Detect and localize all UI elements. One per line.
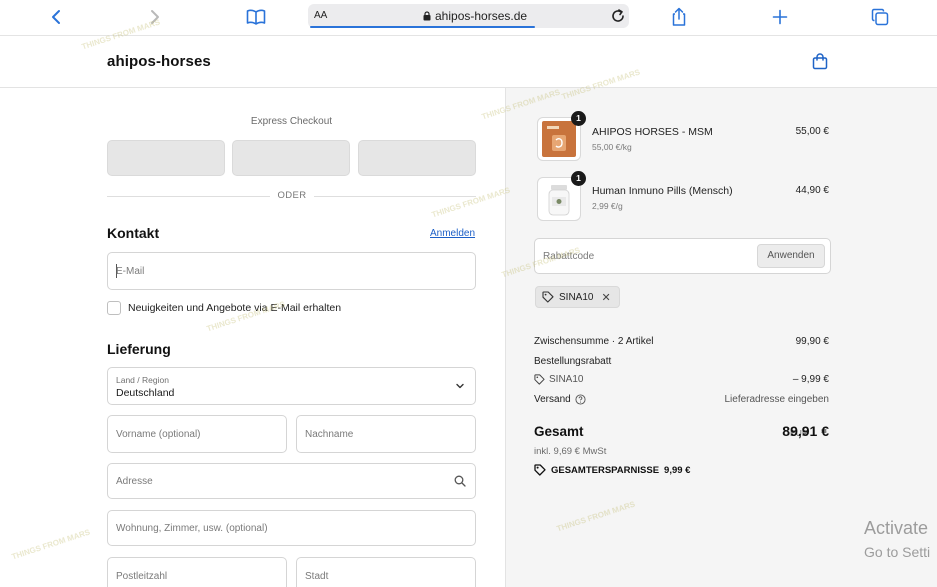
address-bar[interactable]: AA ahipos-horses.de: [308, 4, 629, 28]
city-placeholder: Stadt: [305, 571, 329, 582]
browser-toolbar: AA ahipos-horses.de: [0, 0, 937, 36]
lock-icon: [423, 11, 431, 24]
savings-value: 9,99 €: [664, 464, 691, 476]
last-name-field[interactable]: Nachname: [296, 415, 476, 453]
address-field[interactable]: Adresse: [107, 463, 476, 499]
discount-placeholder: Rabattcode: [543, 251, 595, 262]
shipping-label: Versand: [534, 394, 571, 405]
savings-tag-icon: [534, 464, 546, 476]
product-price: 44,90 €: [795, 185, 829, 196]
share-icon[interactable]: [667, 5, 691, 29]
subtotal-value: 99,90 €: [795, 336, 829, 347]
delivery-heading: Lieferung: [107, 341, 171, 357]
product-unit-price: 55,00 €/kg: [592, 142, 632, 152]
checkout-form: Express Checkout ODER Kontakt Anmelden E…: [0, 88, 505, 587]
applied-discount-chip: SINA10 ✕: [535, 286, 620, 308]
shop-header: ahipos-horses: [0, 37, 937, 88]
newsletter-checkbox[interactable]: [107, 301, 121, 315]
apply-discount-button[interactable]: Anwenden: [757, 244, 825, 268]
total-amount: 89,91 €: [782, 423, 829, 439]
page-load-progress: [310, 26, 535, 28]
express-pay-button-2[interactable]: [232, 140, 350, 176]
applied-code-label: SINA10: [559, 291, 594, 303]
shipping-row: Versand: [534, 394, 586, 405]
quantity-badge: 1: [571, 111, 586, 126]
contact-heading: Kontakt: [107, 225, 160, 241]
country-select[interactable]: Land / Region Deutschland: [107, 367, 476, 405]
shop-logo[interactable]: ahipos-horses: [107, 53, 211, 70]
login-link[interactable]: Anmelden: [430, 228, 475, 239]
help-icon[interactable]: [575, 394, 586, 405]
product-thumbnail: 1: [537, 111, 586, 161]
back-icon[interactable]: [44, 5, 68, 29]
express-pay-button-3[interactable]: [358, 140, 476, 176]
total-savings: GESAMTERSPARNISSE 9,99 €: [534, 464, 690, 476]
product-thumbnail: 1: [537, 171, 586, 221]
order-summary: 1 AHIPOS HORSES - MSM 55,00 €/kg 55,00 €…: [505, 88, 937, 587]
text-size-button[interactable]: AA: [314, 10, 327, 21]
product-price: 55,00 €: [795, 126, 829, 137]
remove-discount-icon[interactable]: ✕: [601, 291, 610, 304]
discount-code-field[interactable]: Rabattcode Anwenden: [534, 238, 831, 274]
subtotal-label: Zwischensumme · 2 Artikel: [534, 336, 654, 347]
tag-icon: [534, 374, 545, 385]
product-unit-price: 2,99 €/g: [592, 201, 623, 211]
shopping-bag-icon[interactable]: [812, 53, 828, 73]
zip-placeholder: Postleitzahl: [116, 571, 168, 582]
tax-note: inkl. 9,69 € MwSt: [534, 446, 607, 457]
os-activation-watermark: Activate: [864, 518, 929, 538]
shipping-value: Lieferadresse eingeben: [724, 394, 829, 405]
country-label: Land / Region: [116, 375, 169, 385]
express-pay-button-1[interactable]: [107, 140, 225, 176]
country-value: Deutschland: [116, 387, 175, 399]
email-field[interactable]: E-Mail: [107, 252, 476, 290]
city-field[interactable]: Stadt: [296, 557, 476, 587]
forward-icon[interactable]: [143, 5, 167, 29]
url-text: ahipos-horses.de: [435, 9, 528, 23]
product-name: Human Inmuno Pills (Mensch): [592, 185, 733, 197]
newsletter-label[interactable]: Neuigkeiten und Angebote via E-Mail erha…: [128, 302, 341, 314]
first-name-placeholder: Vorname (optional): [116, 429, 201, 440]
address-placeholder: Adresse: [116, 476, 153, 487]
chevron-down-icon: [455, 381, 465, 393]
os-activation-hint: Go to Setti: [864, 544, 931, 560]
product-name: AHIPOS HORSES - MSM: [592, 126, 713, 138]
apartment-placeholder: Wohnung, Zimmer, usw. (optional): [116, 523, 268, 534]
divider-label: ODER: [270, 190, 314, 201]
first-name-field[interactable]: Vorname (optional): [107, 415, 287, 453]
bookmarks-icon[interactable]: [244, 5, 268, 29]
discount-value: – 9,99 €: [792, 374, 829, 385]
total-label: Gesamt: [534, 424, 584, 439]
savings-label: GESAMTERSPARNISSE: [551, 464, 660, 476]
discount-code-text: SINA10: [549, 374, 584, 385]
quantity-badge: 1: [571, 171, 586, 186]
tag-icon: [542, 291, 554, 303]
search-icon: [454, 475, 466, 490]
apartment-field[interactable]: Wohnung, Zimmer, usw. (optional): [107, 510, 476, 546]
zip-field[interactable]: Postleitzahl: [107, 557, 287, 587]
reload-icon[interactable]: [610, 8, 626, 27]
express-checkout-label: Express Checkout: [250, 116, 333, 127]
email-placeholder: E-Mail: [116, 266, 145, 277]
last-name-placeholder: Nachname: [305, 429, 354, 440]
order-discount-label: Bestellungsrabatt: [534, 356, 612, 367]
tabs-overview-icon[interactable]: [868, 5, 892, 29]
new-tab-icon[interactable]: [768, 5, 792, 29]
discount-code-row: SINA10: [534, 374, 583, 385]
